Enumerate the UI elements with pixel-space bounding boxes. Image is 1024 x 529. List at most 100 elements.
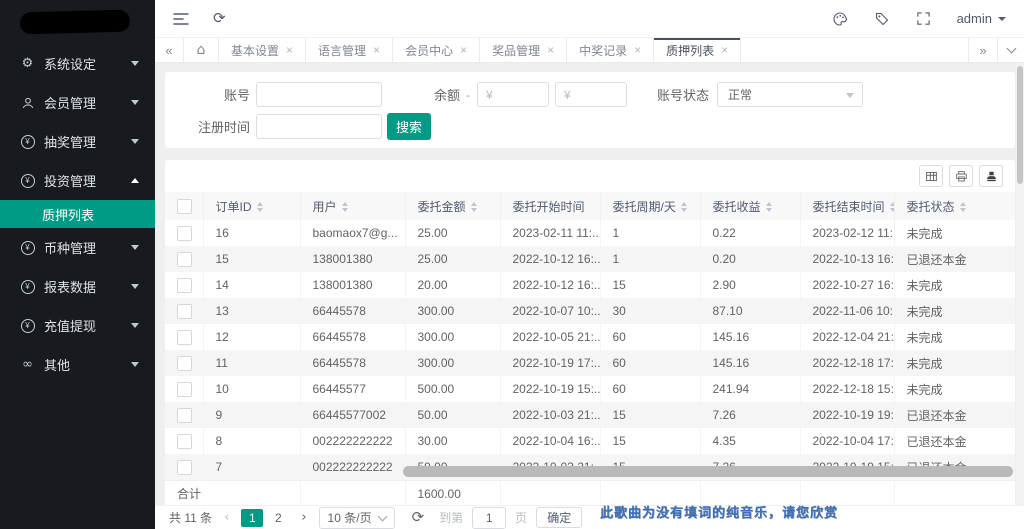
- balance-label: 余额: [430, 85, 460, 104]
- row-checkbox[interactable]: [177, 252, 192, 267]
- cell-profit: 4.35: [700, 428, 800, 454]
- collapse-menu-icon[interactable]: [173, 12, 189, 26]
- page-button-1[interactable]: 1: [241, 509, 263, 527]
- close-icon[interactable]: ×: [286, 43, 293, 57]
- column-header-period-days[interactable]: 委托周期/天: [600, 192, 700, 220]
- tab-label: 会员中心: [405, 42, 453, 59]
- sort-icon[interactable]: [960, 202, 966, 212]
- balance-max-input[interactable]: [555, 82, 627, 107]
- music-notice: 此歌曲为没有填词的纯音乐，请您欣赏: [600, 502, 838, 521]
- tag-icon[interactable]: [874, 11, 890, 27]
- tab-winning-records[interactable]: 中奖记录×: [567, 38, 654, 62]
- close-icon[interactable]: ×: [373, 43, 380, 57]
- refresh-icon[interactable]: ⟳: [213, 11, 226, 26]
- row-checkbox[interactable]: [177, 304, 192, 319]
- sidebar-item-recharge-withdraw[interactable]: ¥充值提现: [0, 306, 155, 345]
- sidebar-item-member-management[interactable]: 会员管理: [0, 83, 155, 122]
- sidebar-item-pledge-list[interactable]: 质押列表: [0, 200, 155, 228]
- tab-pledge-list[interactable]: 质押列表×: [654, 38, 741, 62]
- row-checkbox[interactable]: [177, 408, 192, 423]
- sidebar-item-coin-management[interactable]: ¥币种管理: [0, 228, 155, 267]
- close-icon[interactable]: ×: [547, 43, 554, 57]
- column-header-amount[interactable]: 委托金额: [405, 192, 500, 220]
- sidebar-item-label: 其他: [44, 355, 131, 374]
- summary-row: 合计1600.00: [165, 481, 1015, 507]
- home-tab[interactable]: ⌂: [184, 38, 219, 62]
- tab-member-center[interactable]: 会员中心 ×: [393, 38, 480, 62]
- search-button[interactable]: 搜索: [387, 113, 431, 140]
- refresh-table-icon[interactable]: ⟳: [412, 510, 425, 525]
- sort-icon[interactable]: [342, 202, 348, 212]
- goto-page-input[interactable]: [472, 507, 506, 529]
- sidebar-item-lottery-management[interactable]: ¥抽奖管理: [0, 122, 155, 161]
- sidebar-item-investment-management[interactable]: ¥投资管理: [0, 161, 155, 200]
- horizontal-scrollbar[interactable]: [403, 466, 1013, 477]
- cell-amount: 500.00: [405, 376, 500, 402]
- column-header-profit[interactable]: 委托收益: [700, 192, 800, 220]
- cell-profit: 145.16: [700, 350, 800, 376]
- tabs-scroll-left-button[interactable]: «: [155, 38, 184, 62]
- sort-icon[interactable]: [681, 202, 687, 212]
- prev-page-button[interactable]: ‹: [221, 510, 232, 525]
- sort-icon[interactable]: [471, 202, 477, 212]
- sidebar-item-report-data[interactable]: ¥报表数据: [0, 267, 155, 306]
- sidebar: ⚙系统设定会员管理¥抽奖管理¥投资管理质押列表¥币种管理¥报表数据¥充值提现∞其…: [0, 0, 155, 529]
- user-menu[interactable]: admin: [957, 11, 1006, 26]
- tab-basic-settings[interactable]: 基本设置×: [219, 38, 306, 62]
- vertical-scrollbar-thumb[interactable]: [1017, 66, 1023, 184]
- export-icon[interactable]: [979, 165, 1003, 187]
- row-checkbox[interactable]: [177, 330, 192, 345]
- sidebar-item-label: 抽奖管理: [44, 132, 131, 151]
- row-checkbox[interactable]: [177, 434, 192, 449]
- table-row: 1166445578300.002022-10-19 17:...60145.1…: [165, 350, 1015, 376]
- column-header-user[interactable]: 用户: [300, 192, 405, 220]
- balance-min-input[interactable]: [477, 82, 549, 107]
- tab-prize-management[interactable]: 奖品管理×: [480, 38, 567, 62]
- summary-amount: 1600.00: [405, 481, 500, 507]
- cell-period-days: 15: [600, 402, 700, 428]
- register-time-input[interactable]: [256, 114, 382, 139]
- chevron-down-icon: [131, 284, 139, 289]
- sort-icon[interactable]: [766, 202, 772, 212]
- select-all-checkbox[interactable]: [177, 199, 192, 214]
- cell-amount: 25.00: [405, 246, 500, 272]
- column-header-end-time[interactable]: 委托结束时间: [800, 192, 894, 220]
- search-panel: 账号 余额 - 账号状态 正常 注册时间 搜索: [165, 72, 1015, 148]
- sidebar-item-other[interactable]: ∞其他: [0, 345, 155, 384]
- cell-profit: 241.94: [700, 376, 800, 402]
- page-size-select[interactable]: 10 条/页: [319, 507, 395, 529]
- row-checkbox[interactable]: [177, 226, 192, 241]
- close-icon[interactable]: ×: [721, 43, 728, 57]
- print-icon[interactable]: [949, 165, 973, 187]
- account-status-select[interactable]: 正常: [717, 82, 863, 107]
- goto-confirm-button[interactable]: 确定: [536, 507, 582, 528]
- account-input[interactable]: [256, 82, 382, 107]
- next-page-button[interactable]: ›: [298, 510, 309, 525]
- close-icon[interactable]: ×: [634, 43, 641, 57]
- cell-start-time: 2022-10-05 21:...: [500, 324, 600, 350]
- column-header-order-id[interactable]: 订单ID: [203, 192, 300, 220]
- row-checkbox[interactable]: [177, 382, 192, 397]
- logo-redacted: [20, 10, 131, 35]
- cell-end-time: 2023-02-12 11:...: [800, 220, 894, 246]
- tab-language-management[interactable]: 语言管理×: [306, 38, 393, 62]
- theme-palette-icon[interactable]: [832, 11, 848, 27]
- fullscreen-icon[interactable]: [916, 11, 931, 26]
- close-icon[interactable]: ×: [460, 43, 467, 57]
- column-header-start-time: 委托开始时间: [500, 192, 600, 220]
- column-header-status[interactable]: 委托状态: [894, 192, 1015, 220]
- sidebar-item-label: 币种管理: [44, 238, 131, 257]
- row-checkbox[interactable]: [177, 460, 192, 475]
- account-status-label: 账号状态: [653, 85, 709, 104]
- cell-start-time: 2022-10-07 10:...: [500, 298, 600, 324]
- sort-icon[interactable]: [257, 202, 263, 212]
- tabs-scroll-right-button[interactable]: »: [968, 38, 997, 62]
- sort-icon[interactable]: [890, 202, 894, 212]
- page-button-2[interactable]: 2: [267, 509, 289, 527]
- sidebar-item-system-settings[interactable]: ⚙系统设定: [0, 44, 155, 83]
- row-checkbox[interactable]: [177, 356, 192, 371]
- tabs-dropdown-button[interactable]: [997, 38, 1024, 62]
- column-settings-icon[interactable]: [919, 165, 943, 187]
- sidebar-menu: ⚙系统设定会员管理¥抽奖管理¥投资管理质押列表¥币种管理¥报表数据¥充值提现∞其…: [0, 44, 155, 384]
- row-checkbox[interactable]: [177, 278, 192, 293]
